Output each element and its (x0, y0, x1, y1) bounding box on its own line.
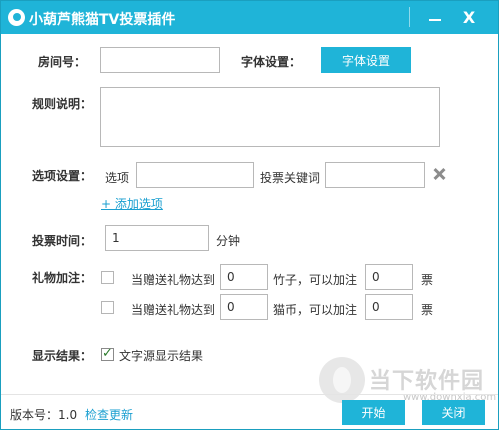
close-window-button[interactable]: X (453, 1, 485, 34)
gift-bamboo-checkbox[interactable] (101, 271, 114, 284)
add-option-link[interactable]: + 添加选项 (101, 195, 163, 212)
display-result-label: 显示结果： (32, 349, 93, 363)
room-number-label: 房间号： (38, 55, 87, 69)
minimize-button[interactable] (419, 1, 451, 34)
gift-catcoin-votes-input[interactable] (365, 294, 413, 320)
vote-time-label: 投票时间： (32, 234, 93, 248)
close-icon: X (462, 8, 476, 27)
gift-bamboo-votes-input[interactable] (365, 264, 413, 290)
gift-bamboo-mid-text: 竹子，可以加注 (273, 273, 358, 287)
watermark-text: 当下软件园 (369, 369, 485, 394)
vote-keyword-input[interactable] (325, 162, 425, 188)
title-bar[interactable]: 小葫芦熊猫TV投票插件 X (1, 1, 498, 34)
vote-time-input[interactable] (105, 225, 209, 251)
options-label: 选项设置： (32, 169, 93, 183)
check-update-link[interactable]: 检查更新 (85, 406, 133, 423)
rules-textarea[interactable] (100, 87, 440, 147)
rules-label: 规则说明： (32, 97, 93, 111)
delete-option-icon[interactable] (432, 167, 446, 181)
minimize-icon (429, 19, 441, 21)
gift-catcoin-text: 当赠送礼物达到 (131, 303, 216, 317)
gift-bamboo-amount-input[interactable] (220, 264, 268, 290)
plugin-window: 小葫芦熊猫TV投票插件 X 房间号： 字体设置： 字体设置 规则说明： 选项设置… (0, 0, 499, 430)
option-name-label: 选项 (105, 171, 130, 185)
window-title: 小葫芦熊猫TV投票插件 (29, 12, 176, 28)
gift-bamboo-unit: 票 (421, 273, 434, 287)
gift-catcoin-unit: 票 (421, 303, 434, 317)
text-source-display-text: 文字源显示结果 (119, 349, 204, 363)
version-text: 版本号：1.0 (10, 408, 78, 422)
gift-bonus-label: 礼物加注： (32, 271, 93, 285)
gift-catcoin-mid-text: 猫币，可以加注 (273, 303, 358, 317)
gift-bamboo-text: 当赠送礼物达到 (131, 273, 216, 287)
start-button[interactable]: 开始 (342, 400, 405, 425)
vote-time-unit: 分钟 (216, 234, 241, 248)
font-settings-button[interactable]: 字体设置 (321, 47, 411, 73)
font-settings-label: 字体设置： (241, 55, 302, 69)
watermark-logo-icon (319, 357, 365, 403)
gift-catcoin-checkbox[interactable] (101, 301, 114, 314)
text-source-display-checkbox[interactable] (101, 346, 114, 361)
app-logo-icon (8, 9, 25, 26)
option-name-input[interactable] (136, 162, 254, 188)
vote-keyword-label: 投票关键词 (260, 171, 321, 185)
close-button[interactable]: 关闭 (422, 400, 485, 425)
gift-catcoin-amount-input[interactable] (220, 294, 268, 320)
footer-divider (1, 394, 498, 395)
titlebar-divider (409, 7, 410, 27)
room-number-input[interactable] (100, 47, 220, 73)
